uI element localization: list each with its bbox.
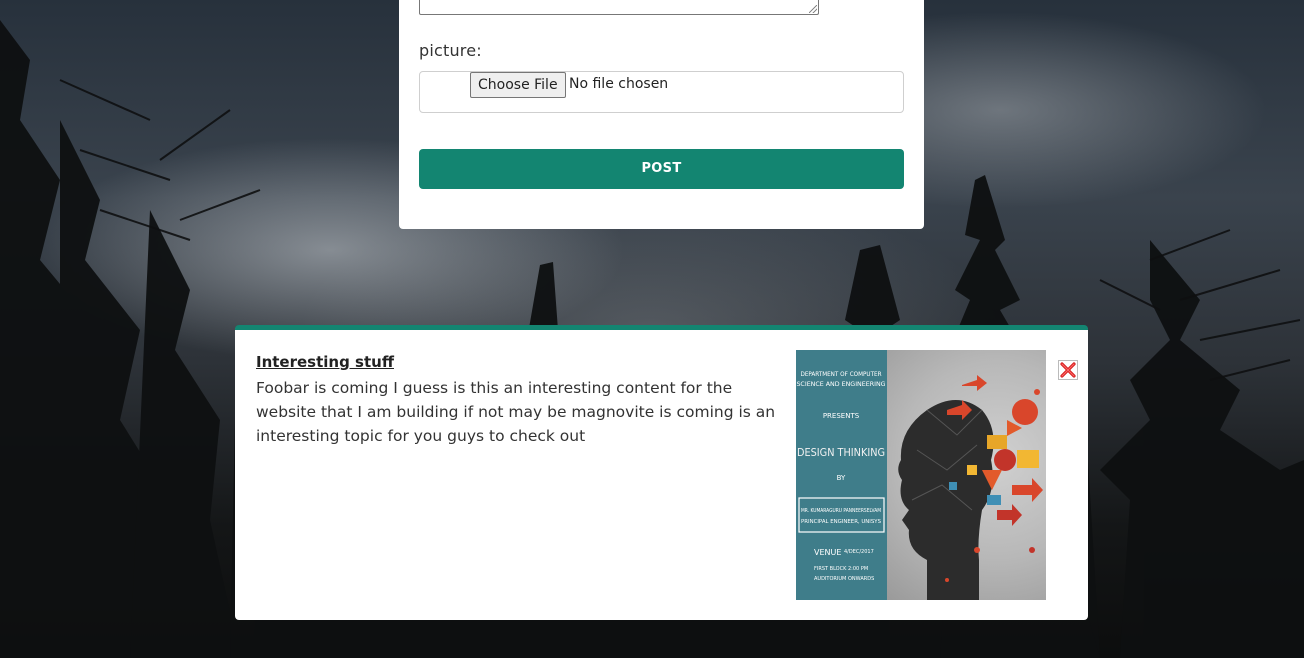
textarea-resize-handle[interactable] <box>809 5 817 13</box>
poster-time-line-1: 2:00 PM <box>848 566 868 572</box>
poster-text-panel: DEPARTMENT OF COMPUTER SCIENCE AND ENGIN… <box>796 350 887 600</box>
poster-head-graphic <box>887 350 1046 600</box>
close-x-glyph <box>1060 362 1076 378</box>
poster-time-line-2: ONWARDS <box>848 576 874 582</box>
poster-by: BY <box>837 474 846 482</box>
poster-text-graphic: DEPARTMENT OF COMPUTER SCIENCE AND ENGIN… <box>796 371 885 582</box>
poster-speaker-line-2: PRINCIPAL ENGINEER, UNISYS <box>801 519 881 525</box>
post-button[interactable]: POST <box>419 149 904 189</box>
choose-file-button[interactable]: Choose File <box>470 72 566 98</box>
poster-speaker-line-1: MR. KUMARAGURU PANNEERSELVAM <box>801 508 881 514</box>
poster-presents: PRESENTS <box>823 412 860 420</box>
poster-headline: DESIGN THINKING <box>797 446 885 459</box>
post-card: Interesting stuff Foobar is coming I gue… <box>235 325 1088 620</box>
file-status-text: No file chosen <box>569 76 669 92</box>
poster-venue-line-1: FIRST BLOCK <box>814 566 847 572</box>
post-form-card: picture: Choose File No file chosen POST <box>399 0 924 229</box>
post-title[interactable]: Interesting stuff <box>256 353 394 371</box>
post-image: DEPARTMENT OF COMPUTER SCIENCE AND ENGIN… <box>796 350 1046 600</box>
picture-file-input[interactable]: Choose File No file chosen <box>419 71 904 113</box>
picture-label: picture: <box>419 41 482 60</box>
post-body: Foobar is coming I guess is this an inte… <box>256 379 776 445</box>
poster-dept-line-2: SCIENCE AND ENGINEERING <box>796 381 885 388</box>
poster-venue-label: VENUE <box>814 548 841 557</box>
close-icon[interactable] <box>1058 360 1078 380</box>
content-textarea[interactable] <box>419 0 819 15</box>
poster-date: 4/DEC/2017 <box>844 549 874 555</box>
poster-venue-line-2: AUDITORIUM <box>814 576 846 582</box>
poster-dept-line-1: DEPARTMENT OF COMPUTER <box>800 371 881 378</box>
head-illustration-icon <box>898 375 1043 600</box>
